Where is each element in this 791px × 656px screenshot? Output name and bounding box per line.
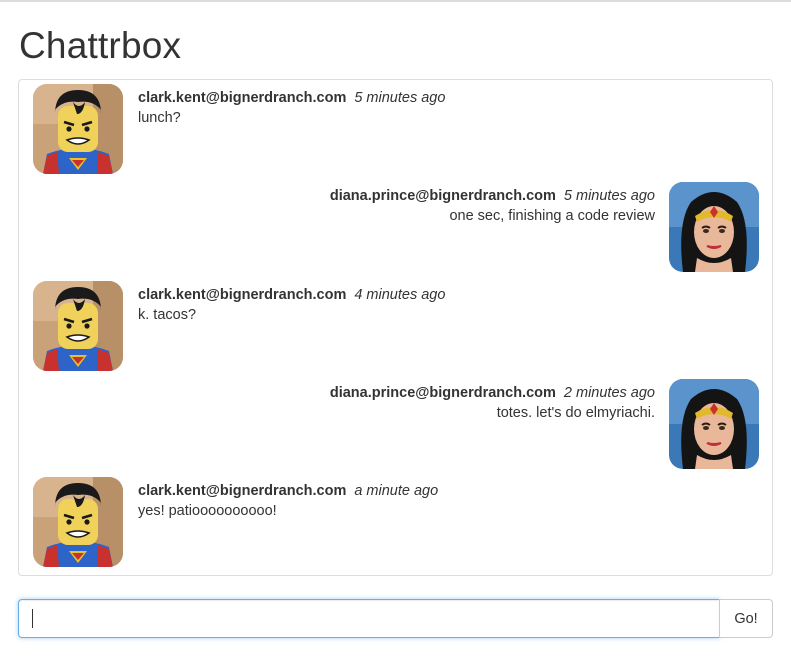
message-sender: diana.prince@bignerdranch.com	[329, 188, 556, 204]
message-sender: clark.kent@bignerdranch.com	[138, 287, 347, 303]
message-input[interactable]	[18, 599, 720, 638]
text-caret	[32, 609, 33, 628]
message-timestamp: 5 minutes ago	[354, 90, 446, 106]
compose-form: Go!	[18, 599, 773, 639]
message-text: one sec, finishing a code review	[449, 208, 655, 224]
superman-avatar-icon	[33, 477, 123, 567]
message-sender: clark.kent@bignerdranch.com	[138, 483, 347, 499]
chat-message: clark.kent@bignerdranch.com 5 minutes ago…	[19, 80, 772, 174]
top-divider	[0, 0, 791, 2]
message-text: lunch?	[138, 110, 181, 126]
wonder-woman-avatar-icon	[669, 379, 759, 469]
send-button[interactable]: Go!	[719, 599, 773, 638]
chat-message: clark.kent@bignerdranch.com a minute ago …	[19, 473, 772, 567]
message-sender: clark.kent@bignerdranch.com	[138, 90, 347, 106]
wonder-woman-avatar-icon	[669, 182, 759, 272]
chat-message-list[interactable]: clark.kent@bignerdranch.com 5 minutes ago…	[18, 79, 773, 576]
message-sender: diana.prince@bignerdranch.com	[329, 385, 556, 401]
message-timestamp: 5 minutes ago	[563, 188, 655, 204]
chat-message: diana.prince@bignerdranch.com 2 minutes a…	[19, 375, 772, 469]
message-timestamp: a minute ago	[354, 483, 439, 499]
superman-avatar-icon	[33, 84, 123, 174]
superman-avatar-icon	[33, 281, 123, 371]
message-timestamp: 4 minutes ago	[354, 287, 446, 303]
message-text: yes! patioooooooooo!	[138, 503, 277, 519]
message-text: totes. let's do elmyriachi.	[496, 405, 655, 421]
message-text: k. tacos?	[138, 307, 197, 323]
chat-message: clark.kent@bignerdranch.com 4 minutes ago…	[19, 277, 772, 371]
message-timestamp: 2 minutes ago	[563, 385, 655, 401]
chat-message: diana.prince@bignerdranch.com 5 minutes a…	[19, 178, 772, 272]
app-title: Chattrbox	[19, 25, 182, 66]
